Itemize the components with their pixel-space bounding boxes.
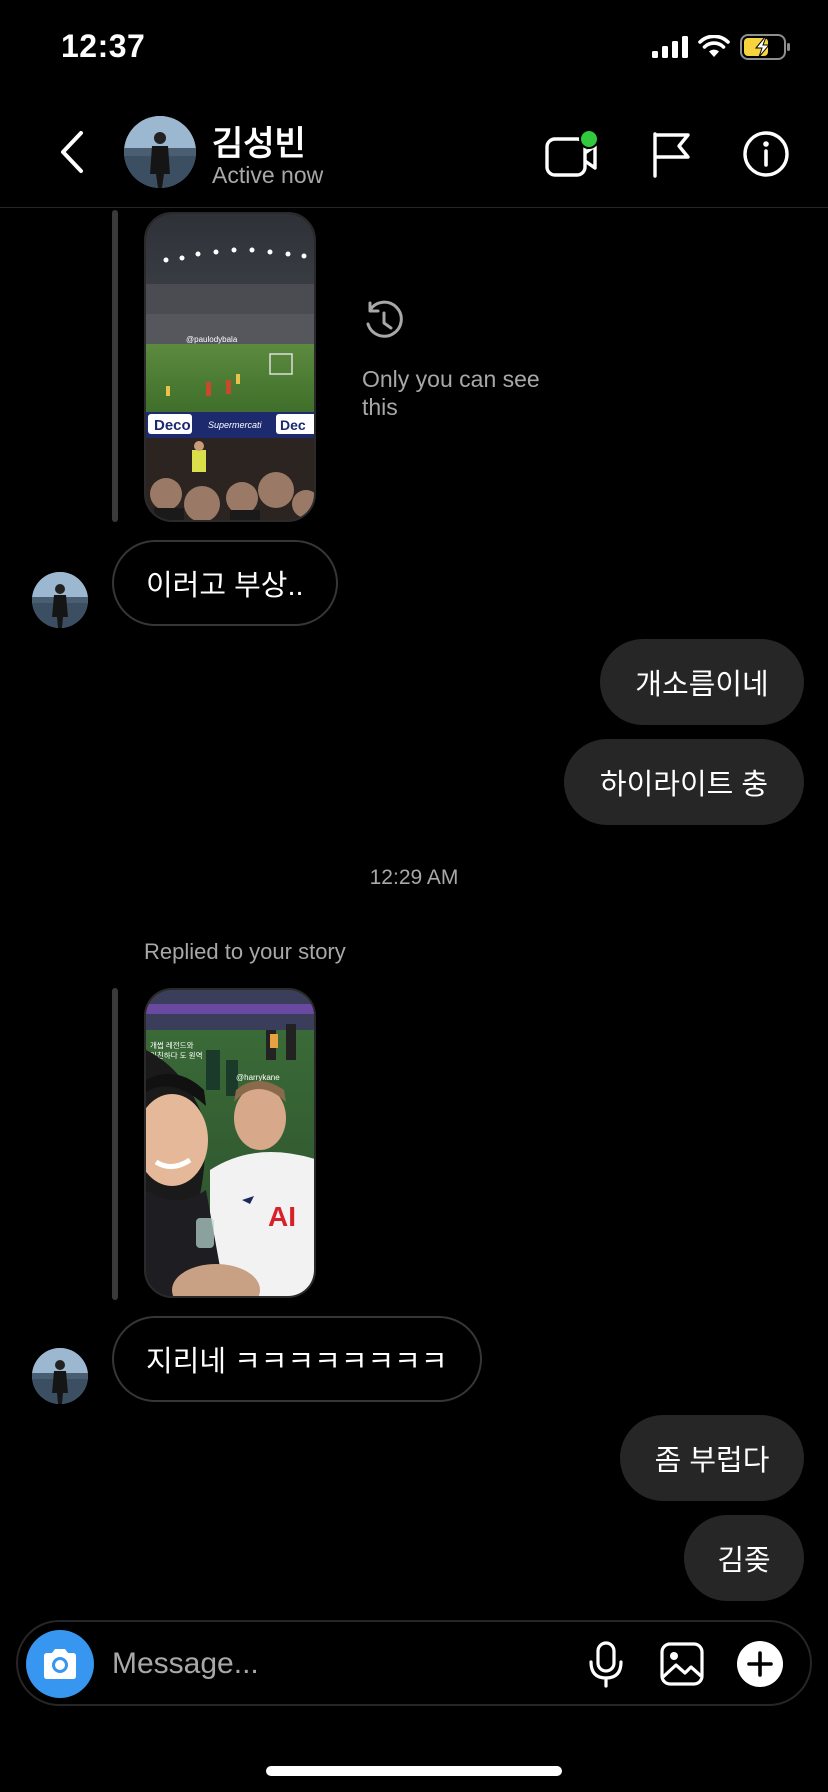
story-thumbnail[interactable]: @paulodybala Deco Supermercati Dec (144, 212, 316, 522)
outgoing-message[interactable]: 하이라이트 충 (564, 739, 804, 825)
sender-avatar[interactable] (32, 572, 88, 628)
add-icon (737, 1641, 783, 1687)
signal-icon (652, 36, 688, 58)
sender-avatar[interactable] (32, 1348, 88, 1404)
outgoing-message[interactable]: 개소름이네 (600, 639, 804, 725)
video-call-button[interactable] (544, 126, 600, 182)
only-you-can-see-note: Only you can see this (362, 300, 562, 421)
status-time: 12:37 (61, 28, 146, 64)
message-composer (16, 1620, 812, 1706)
status-icons (652, 34, 792, 60)
status-bar: 12:37 (0, 0, 828, 100)
info-icon (743, 131, 789, 177)
video-call-icon (545, 129, 599, 177)
camera-button[interactable] (26, 1630, 94, 1698)
outgoing-message[interactable]: 좀 부럽다 (620, 1415, 804, 1501)
gallery-icon (660, 1642, 704, 1686)
reply-thread-bar (112, 988, 118, 1300)
camera-icon (44, 1649, 76, 1679)
message-input[interactable] (110, 1632, 574, 1696)
message-timestamp: 12:29 AM (369, 866, 459, 889)
story-thumbnail[interactable]: 개썹 레전드와 미친하다 도 원역 @harrykane AI (144, 988, 316, 1298)
info-button[interactable] (738, 126, 794, 182)
chat-header: 김성빈 Active now (0, 100, 828, 208)
story-tag: @paulodybala (186, 335, 238, 344)
only-you-text: Only you can see this (362, 366, 540, 420)
banner-deco-right: Dec (280, 417, 306, 433)
selfie-photo: 개썹 레전드와 미친하다 도 원역 @harrykane AI (146, 990, 314, 1296)
wifi-icon (698, 35, 730, 57)
chevron-left-icon (61, 131, 83, 173)
microphone-icon (589, 1641, 623, 1688)
outgoing-message[interactable]: 김좆 (684, 1515, 804, 1601)
story-tag: @harrykane (236, 1073, 280, 1082)
stadium-photo: @paulodybala Deco Supermercati Dec (146, 214, 314, 520)
profile-photo (124, 116, 196, 188)
active-status: Active now (212, 162, 324, 188)
contact-name[interactable]: 김성빈 (212, 116, 306, 165)
back-button[interactable] (50, 124, 94, 180)
replied-to-story-label: Replied to your story (144, 939, 346, 964)
battery-charging-icon (740, 34, 790, 60)
banner-supermercati: Supermercati (208, 420, 263, 430)
home-indicator[interactable] (266, 1766, 562, 1776)
add-button[interactable] (732, 1636, 788, 1692)
avatar[interactable] (124, 116, 196, 188)
reply-thread-bar (112, 210, 118, 522)
incoming-message[interactable]: 지리네 ㅋㅋㅋㅋㅋㅋㅋㅋ (112, 1316, 482, 1402)
incoming-message[interactable]: 이러고 부상.. (112, 540, 338, 626)
profile-photo (32, 572, 88, 628)
history-icon (366, 300, 403, 338)
voice-message-button[interactable] (578, 1636, 634, 1692)
banner-deco: Deco (154, 417, 191, 434)
shirt-sponsor: AI (268, 1201, 296, 1232)
story-caption: 개썹 레전드와 (150, 1040, 194, 1050)
gallery-button[interactable] (654, 1636, 710, 1692)
report-flag-icon (653, 132, 690, 178)
profile-photo (32, 1348, 88, 1404)
report-button[interactable] (644, 126, 700, 182)
